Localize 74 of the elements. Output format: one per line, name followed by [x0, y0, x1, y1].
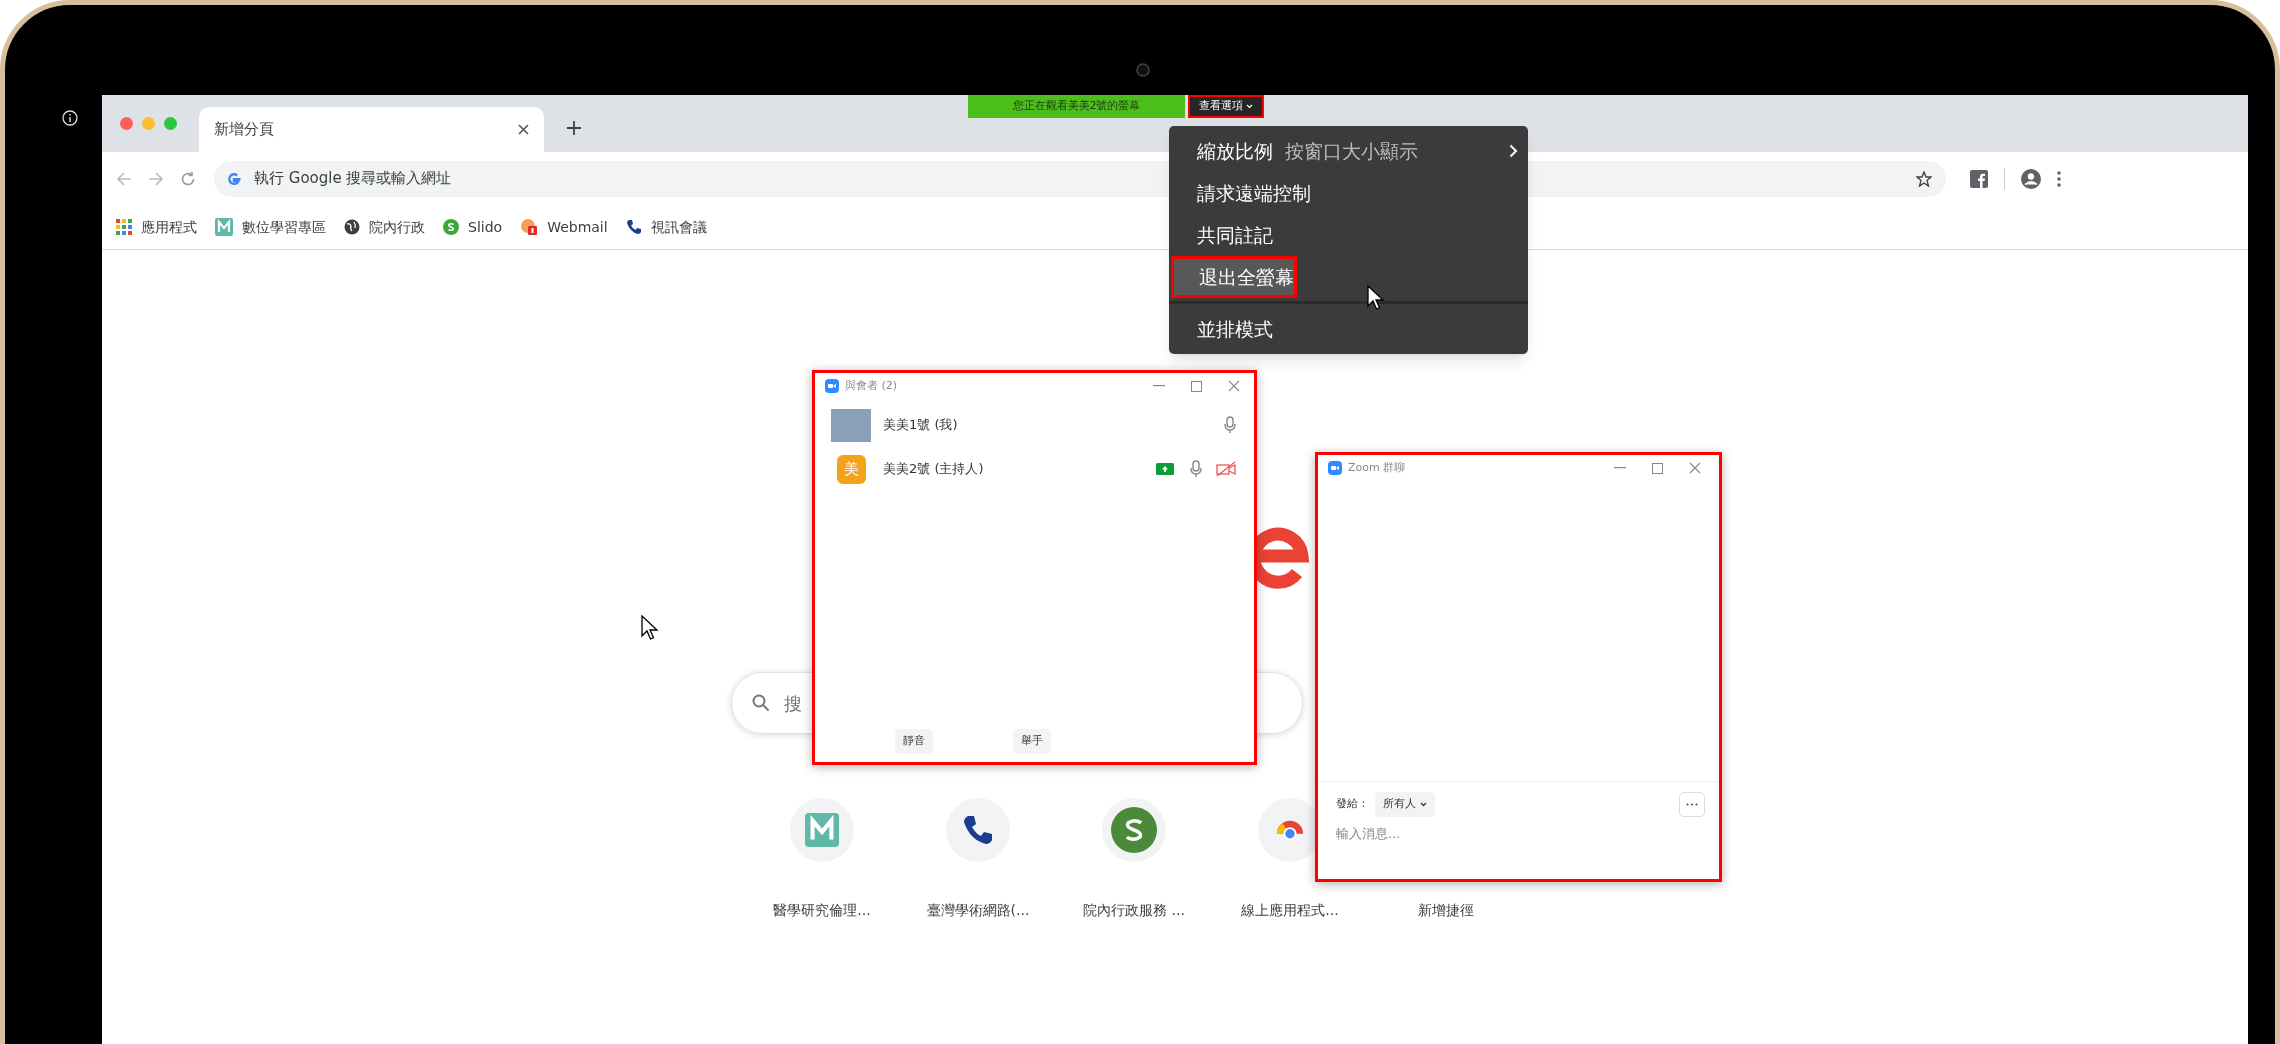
letter-m-logo-icon: [805, 813, 839, 847]
forward-arrow-icon[interactable]: [148, 170, 164, 187]
app-grid-icon: [116, 219, 132, 235]
phone-icon: [625, 219, 642, 235]
tab-title: 新增分頁: [214, 119, 274, 141]
zoom-logo-icon: [825, 379, 839, 393]
window-title: 與會者 (2): [845, 377, 899, 394]
star-icon[interactable]: [1916, 170, 1932, 187]
participant-name: 美美1號 (我): [883, 416, 959, 435]
bookmark[interactable]: Slido: [443, 216, 503, 238]
bookmark[interactable]: 院內行政: [344, 216, 425, 238]
zoom-logo-icon: [1328, 461, 1342, 475]
letter-m-logo-icon: [215, 218, 233, 236]
more-vertical-icon[interactable]: [2057, 170, 2061, 187]
address-placeholder: 執行 Google 搜尋或輸入網址: [254, 168, 453, 190]
maximize-icon[interactable]: [1652, 462, 1663, 474]
shortcut-tile[interactable]: 醫學研究倫理...: [744, 798, 900, 921]
participants-action-button[interactable]: 舉手: [1013, 729, 1051, 754]
shortcut-label: 醫學研究倫理...: [773, 901, 871, 920]
mouse-pointer-icon: [641, 615, 659, 641]
more-horizontal-icon: [1686, 803, 1698, 806]
bookmark[interactable]: 應用程式: [116, 216, 197, 238]
search-icon: [752, 694, 770, 712]
avatar-initial: 美: [836, 454, 866, 484]
shortcut-tile[interactable]: 院內行政服務 ...: [1056, 798, 1212, 921]
info-icon: [62, 110, 78, 126]
recipient-dropdown[interactable]: 所有人: [1375, 792, 1435, 817]
shortcut-label: 線上應用程式...: [1241, 901, 1339, 920]
shortcut-tile[interactable]: 臺灣學術網路(...: [900, 798, 1056, 921]
mouse-pointer-icon: [1367, 285, 1385, 311]
screen-share-notice: 您正在觀看美美2號的螢幕: [968, 95, 1185, 118]
menu-item[interactable]: 並排模式: [1169, 308, 1528, 350]
new-tab-icon[interactable]: [566, 119, 582, 136]
browser-tab[interactable]: 新增分頁: [199, 107, 544, 152]
letter-s-logo-icon: [443, 219, 459, 235]
back-arrow-icon[interactable]: [116, 170, 132, 187]
search-placeholder: 搜: [784, 691, 802, 716]
shortcut-label: 臺灣學術網路(...: [926, 901, 1030, 920]
send-to-label: 發給：: [1336, 796, 1369, 813]
caret-icon: [1246, 104, 1253, 109]
caret-icon: [1420, 802, 1427, 807]
camera-icon: [1136, 63, 1150, 77]
participant-row[interactable]: 美美1號 (我): [815, 403, 1254, 447]
bookmark[interactable]: Webmail: [520, 216, 608, 238]
account-icon[interactable]: [2021, 168, 2041, 189]
participants-action-button[interactable]: 靜音: [895, 729, 933, 754]
menu-item[interactable]: 退出全螢幕: [1171, 256, 1297, 298]
mail-logo-icon: [520, 218, 539, 236]
chevron-right-icon: [1509, 144, 1518, 158]
google-g-icon: [226, 170, 242, 187]
phone-icon: [962, 814, 994, 846]
participant-row[interactable]: 美 美美2號 (主持人): [815, 447, 1254, 491]
message-input[interactable]: 輸入消息...: [1336, 821, 1705, 845]
facebook-icon[interactable]: [1970, 169, 1988, 188]
avatar-photo-placeholder: [831, 408, 871, 442]
bookmark[interactable]: 數位學習專區: [215, 216, 326, 238]
window-title: Zoom 群聊: [1348, 459, 1407, 476]
shortcut-label: 新增捷徑: [1418, 901, 1474, 920]
microphone-icon: [1190, 460, 1202, 478]
minimize-icon[interactable]: [1614, 467, 1626, 469]
maximize-icon[interactable]: [1191, 380, 1202, 392]
reload-icon[interactable]: [180, 170, 196, 187]
close-icon[interactable]: [1228, 380, 1240, 392]
close-icon[interactable]: [518, 124, 529, 135]
letter-s-logo-icon: [1111, 807, 1157, 853]
view-options-button[interactable]: 查看選項: [1188, 95, 1264, 118]
bookmark[interactable]: 視訊會議: [625, 216, 707, 238]
close-icon[interactable]: [1689, 462, 1701, 474]
shortcut-label: 院內行政服務 ...: [1083, 901, 1185, 920]
minimize-icon[interactable]: [1153, 385, 1165, 387]
microphone-icon: [1224, 416, 1236, 434]
globe-icon: [344, 219, 360, 235]
menu-item[interactable]: 共同註記: [1169, 214, 1528, 256]
participant-name: 美美2號 (主持人): [883, 460, 985, 479]
